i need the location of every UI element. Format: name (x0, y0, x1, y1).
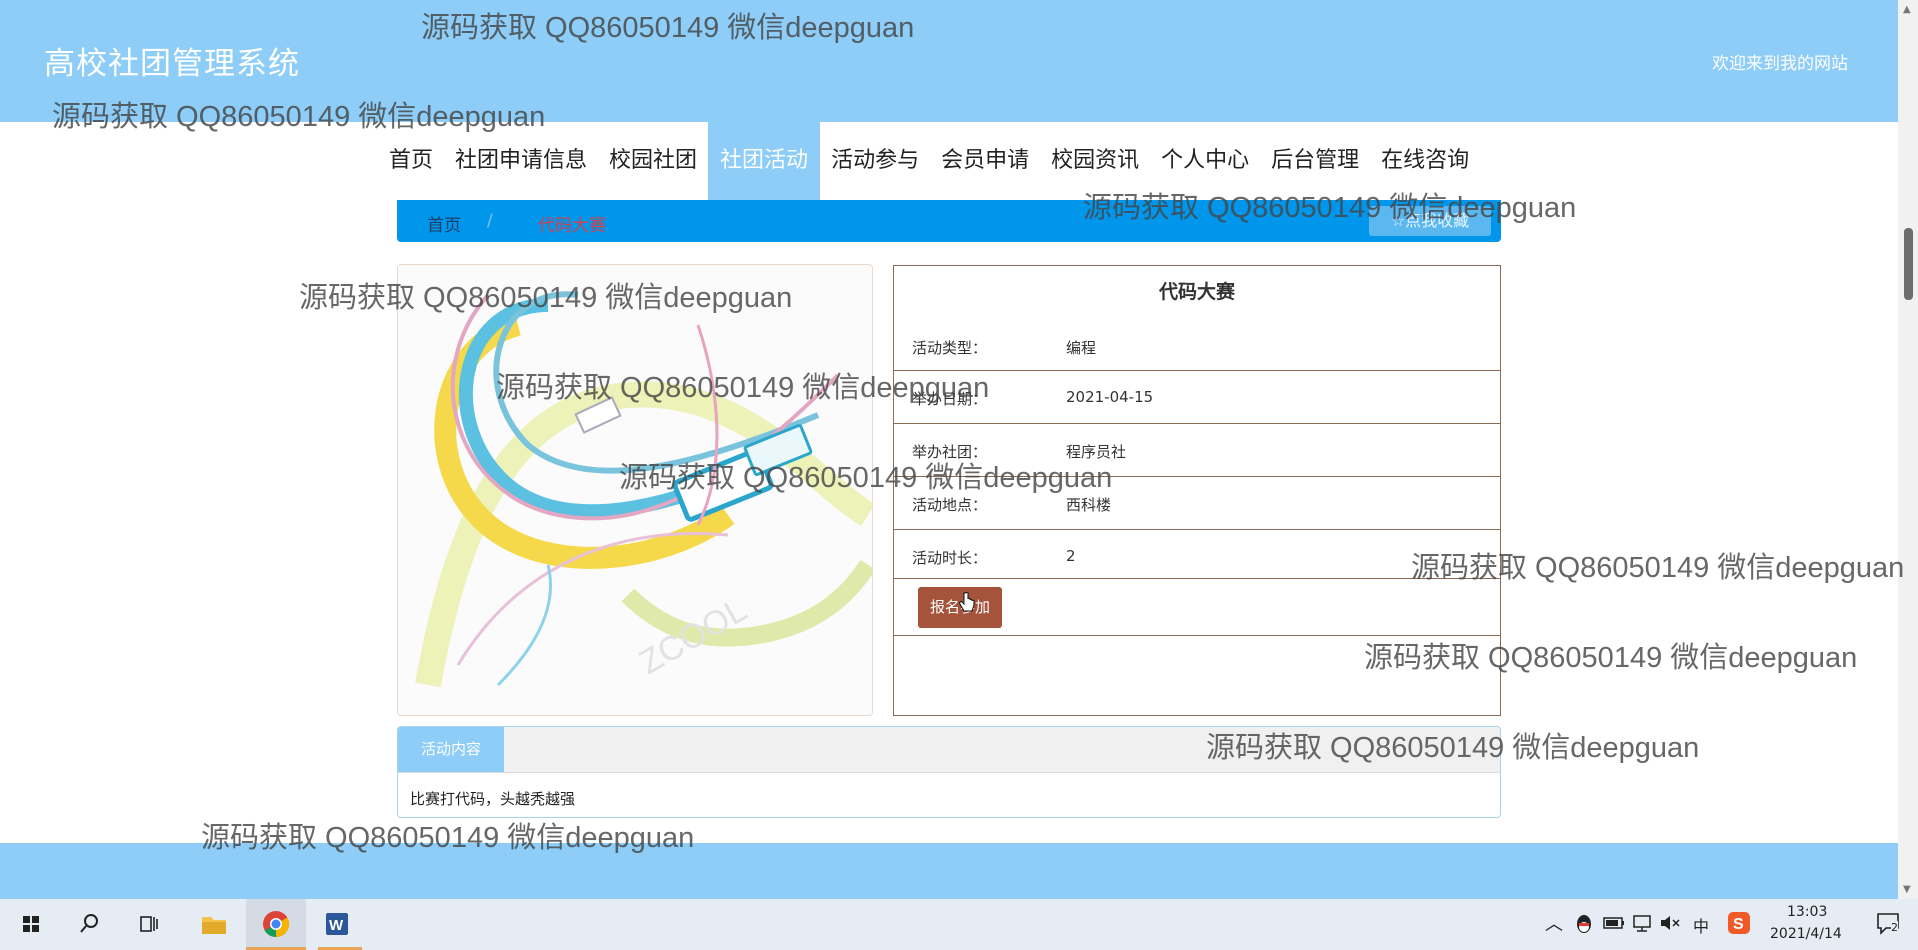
file-explorer-icon[interactable] (197, 907, 231, 941)
svg-text:S: S (1733, 916, 1744, 933)
detail-row-location: 活动地点： 西科楼 (894, 477, 1500, 530)
field-value: 程序员社 (1066, 443, 1127, 461)
detail-row-date: 举办日期： 2021-04-15 (894, 371, 1500, 424)
clock-date[interactable]: 2021/4/14 (1770, 926, 1842, 942)
scrollbar-thumb[interactable] (1904, 228, 1913, 300)
activity-title: 代码大赛 (1158, 281, 1235, 303)
nav-item-club-activities[interactable]: 社团活动 (708, 122, 821, 200)
breadcrumb-separator: / (487, 211, 493, 231)
welcome-text: 欢迎来到我的网站 (1712, 54, 1848, 74)
breadcrumb: 首页 / 代码大赛 ☆点我收藏 (397, 200, 1501, 242)
site-footer (0, 843, 1898, 899)
activity-content-panel: 活动内容 比赛打代码，头越秃越强 (397, 726, 1501, 818)
join-button-row: 报名参加 (894, 579, 1500, 636)
field-value: 2 (1066, 547, 1076, 565)
tray-overflow-chevron-icon[interactable]: ︿ (1545, 910, 1563, 936)
breadcrumb-home-link[interactable]: 首页 (427, 211, 461, 236)
nav-item-home[interactable]: 首页 (378, 122, 444, 200)
activity-content-text: 比赛打代码，头越秃越强 (410, 790, 576, 808)
field-value: 西科楼 (1066, 496, 1112, 514)
svg-text:W: W (329, 917, 344, 934)
detail-row-duration: 活动时长： 2 (894, 530, 1500, 579)
nav-item-member-application[interactable]: 会员申请 (930, 122, 1040, 200)
scroll-up-arrow-icon[interactable]: ▲ (1903, 4, 1911, 15)
field-label: 活动时长： (912, 549, 988, 567)
usb-cable-illustration: ZCOOL (398, 265, 872, 715)
hand-cursor-icon (959, 592, 975, 612)
ime-indicator[interactable]: 中 (1693, 913, 1709, 937)
field-value: 2021-04-15 (1066, 388, 1154, 406)
field-label: 活动类型： (912, 339, 988, 357)
nav-item-personal-center[interactable]: 个人中心 (1150, 122, 1260, 200)
nav-item-admin[interactable]: 后台管理 (1260, 122, 1370, 200)
sogou-input-icon[interactable]: S (1726, 910, 1752, 936)
breadcrumb-current: 代码大赛 (538, 216, 606, 236)
nav-item-online-consult[interactable]: 在线咨询 (1370, 122, 1480, 200)
scroll-down-arrow-icon[interactable]: ▼ (1903, 884, 1911, 895)
activity-detail-panel: 代码大赛 活动类型： 编程 举办日期： 2021-04-15 举办社团： 程序员… (893, 265, 1501, 716)
battery-icon[interactable] (1601, 912, 1627, 934)
nav-item-campus-news[interactable]: 校园资讯 (1040, 122, 1150, 200)
word-icon[interactable]: W (320, 907, 354, 941)
site-header: 高校社团管理系统 欢迎来到我的网站 (0, 0, 1898, 122)
qq-tray-icon[interactable] (1571, 910, 1597, 936)
field-label: 活动地点： (912, 496, 988, 514)
network-icon[interactable] (1630, 912, 1656, 934)
field-value: 编程 (1066, 339, 1097, 357)
search-icon[interactable] (72, 907, 106, 941)
chrome-icon[interactable] (259, 907, 293, 941)
tab-activity-content[interactable]: 活动内容 (398, 727, 504, 772)
activity-image: ZCOOL (397, 264, 873, 716)
main-nav: 首页 社团申请信息 校园社团 社团活动 活动参与 会员申请 校园资讯 个人中心 … (0, 122, 1898, 200)
page-scrollbar[interactable]: ▲ ▼ (1898, 0, 1918, 899)
os-taskbar: W ︿ 中 S 13:03 2021/4/14 2 (0, 899, 1918, 950)
site-title[interactable]: 高校社团管理系统 (44, 38, 300, 83)
notification-count-badge: 2 (1891, 921, 1898, 934)
windows-start-icon[interactable] (14, 907, 48, 941)
detail-row-club: 举办社团： 程序员社 (894, 424, 1500, 477)
field-label: 举办社团： (912, 443, 988, 461)
clock-time[interactable]: 13:03 (1787, 904, 1827, 920)
nav-item-club-applications[interactable]: 社团申请信息 (444, 122, 598, 200)
nav-item-activity-participation[interactable]: 活动参与 (820, 122, 930, 200)
favorite-button[interactable]: ☆点我收藏 (1369, 206, 1491, 236)
content-tab-bar: 活动内容 (398, 727, 1500, 773)
nav-item-campus-clubs[interactable]: 校园社团 (598, 122, 708, 200)
notification-center-icon[interactable] (1874, 909, 1904, 939)
field-label: 举办日期： (912, 390, 988, 408)
detail-row-type: 活动类型： 编程 (894, 318, 1500, 371)
volume-muted-icon[interactable] (1657, 912, 1683, 934)
task-view-icon[interactable] (131, 907, 165, 941)
